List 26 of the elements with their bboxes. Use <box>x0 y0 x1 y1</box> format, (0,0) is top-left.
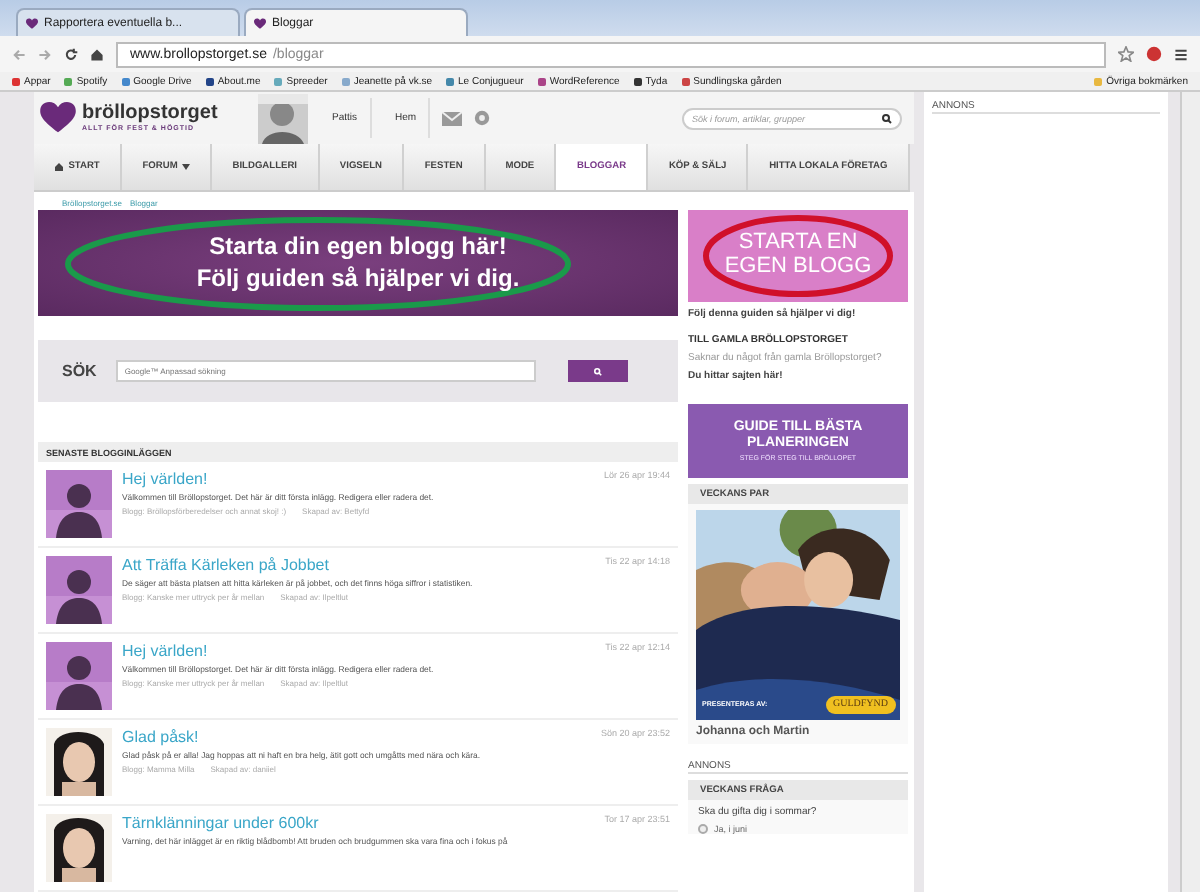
home-icon[interactable] <box>90 47 104 61</box>
home-icon <box>54 162 65 172</box>
site-logo[interactable]: bröllopstorget <box>82 104 218 124</box>
reload-icon[interactable] <box>64 47 78 61</box>
search-icon[interactable] <box>882 113 892 123</box>
search-icon <box>594 367 603 376</box>
banner-text: Följ guiden så hjälper vi dig. <box>196 262 520 297</box>
avatar-silhouette-icon <box>46 470 112 538</box>
search-button[interactable] <box>568 360 629 383</box>
logo-heart-icon <box>40 102 76 134</box>
star-icon[interactable] <box>1118 46 1134 62</box>
blog-banner[interactable]: Starta din egen blogg här! Följ guiden så hjälper vi dig. <box>38 210 678 316</box>
search-label: SÖK <box>62 362 97 381</box>
settings-icon[interactable] <box>474 110 491 126</box>
mail-icon[interactable] <box>442 111 463 125</box>
scrollbar[interactable] <box>1180 92 1200 892</box>
menu-icon[interactable] <box>1174 47 1188 61</box>
back-icon[interactable] <box>12 47 26 61</box>
caret-icon <box>181 164 190 170</box>
heart-icon <box>254 17 266 29</box>
avatar-silhouette-icon <box>46 642 112 710</box>
avatar-silhouette-icon <box>46 556 112 624</box>
heart-icon <box>26 17 38 29</box>
radio-button[interactable] <box>698 824 708 834</box>
forward-icon[interactable] <box>38 47 52 61</box>
banner-text: Starta din egen blogg här! <box>209 229 507 263</box>
